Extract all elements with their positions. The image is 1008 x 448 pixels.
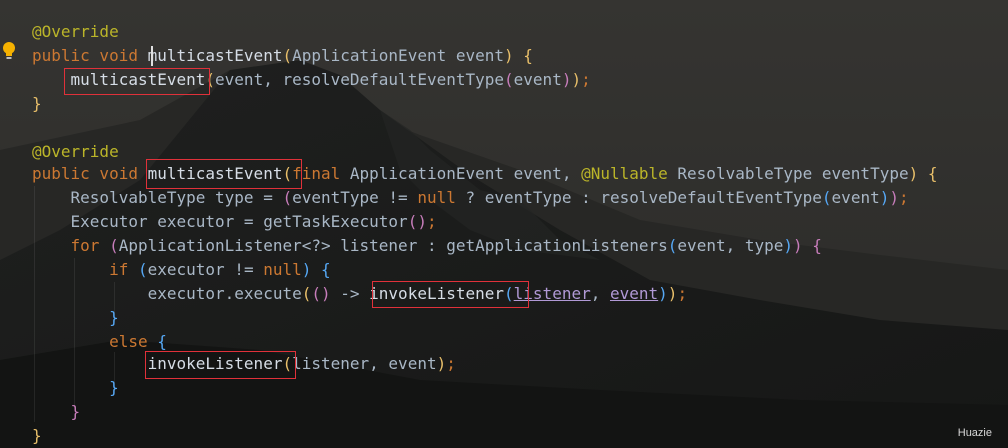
watermark: Huazie — [957, 427, 992, 439]
code-token: ) — [908, 164, 919, 183]
code-line[interactable]: public void multicastEvent(ApplicationEv… — [32, 44, 533, 68]
code-token: listener, event — [292, 354, 437, 373]
code-line[interactable]: invokeListener(listener, event); — [32, 352, 456, 376]
code-token: ) — [504, 46, 514, 65]
code-token: } — [32, 426, 42, 445]
code-token: { — [802, 236, 822, 255]
code-token: null — [417, 188, 456, 207]
code-token: ( — [504, 284, 514, 303]
code-line[interactable]: @Override — [32, 140, 119, 164]
code-line[interactable]: else { — [32, 330, 167, 354]
code-token: listener — [513, 284, 591, 303]
code-token: event, resolveDefaultEventType — [215, 70, 505, 89]
code-token: ) — [571, 70, 582, 89]
code-token: @Nullable — [581, 164, 678, 183]
code-token: final — [292, 164, 350, 183]
code-token: { — [918, 164, 938, 183]
code-token: ResolvableType eventType — [677, 164, 909, 183]
code-editor[interactable]: @Override public void multicastEvent(Appl… — [0, 0, 1008, 448]
code-token: } — [32, 308, 119, 327]
code-token: () — [407, 212, 427, 231]
code-token: } — [32, 402, 81, 421]
code-line[interactable]: Executor executor = getTaskExecutor(); — [32, 210, 437, 234]
code-token: ( — [282, 164, 293, 183]
code-token: ) — [667, 284, 678, 303]
code-token: ( — [282, 46, 293, 65]
code-token: event — [609, 284, 659, 303]
code-token: @Override — [32, 22, 119, 41]
code-token: ( — [282, 354, 293, 373]
code-token: ApplicationListener<?> listener : getApp… — [118, 236, 668, 255]
code-token: ; — [446, 354, 456, 373]
code-token: ) — [783, 236, 794, 255]
code-token: ( — [137, 260, 148, 279]
code-line[interactable]: } — [32, 376, 119, 400]
code-token: } — [32, 378, 119, 397]
code-token: ) — [436, 354, 447, 373]
code-token: { — [513, 46, 533, 65]
code-line[interactable]: executor.execute(() -> invokeListener(li… — [32, 282, 687, 306]
code-line[interactable]: public void multicastEvent(final Applica… — [32, 162, 938, 186]
code-token: ; — [677, 284, 688, 303]
code-token: ( — [821, 188, 832, 207]
code-token: ; — [426, 212, 437, 231]
code-token: @Override — [32, 142, 119, 161]
code-token: if — [32, 260, 138, 279]
code-token: invokeListener — [369, 284, 505, 303]
code-token: ) — [879, 188, 890, 207]
code-line[interactable]: if (executor != null) { — [32, 258, 331, 282]
code-token: event, type — [677, 236, 784, 255]
code-token: { — [157, 332, 167, 351]
code-token: ) — [301, 260, 312, 279]
code-token: ( — [109, 236, 119, 255]
code-line[interactable]: for (ApplicationListener<?> listener : g… — [32, 234, 822, 258]
code-token: ) — [889, 188, 899, 207]
code-token: } — [32, 94, 42, 113]
code-token: ( — [282, 188, 293, 207]
code-token: ; — [581, 70, 591, 89]
code-token: multicastEvent — [147, 164, 283, 183]
code-token: ApplicationEvent event, — [349, 164, 582, 183]
code-token: multicastEvent — [32, 70, 206, 89]
code-token: ResolvableType type = — [32, 188, 283, 207]
code-line[interactable]: multicastEvent(event, resolveDefaultEven… — [32, 68, 591, 92]
code-token: , — [590, 284, 610, 303]
code-line[interactable]: } — [32, 424, 42, 448]
code-token: public void — [32, 46, 148, 65]
code-token: ( — [205, 70, 216, 89]
text-caret — [151, 46, 153, 66]
code-line[interactable]: } — [32, 92, 42, 116]
code-token: ; — [899, 188, 909, 207]
code-token: () — [311, 284, 331, 303]
code-token: ( — [301, 284, 312, 303]
code-token: public void — [32, 164, 148, 183]
code-token: multicastEvent — [147, 46, 283, 65]
code-token: invokeListener — [32, 354, 283, 373]
code-token: ( — [504, 70, 514, 89]
code-token: Executor executor = getTaskExecutor — [32, 212, 408, 231]
code-line[interactable]: } — [32, 400, 81, 424]
code-line[interactable]: } — [32, 306, 119, 330]
code-token: ) — [793, 236, 803, 255]
code-token: executor.execute — [32, 284, 302, 303]
code-token: ApplicationEvent event — [292, 46, 505, 65]
code-token: -> — [330, 284, 370, 303]
code-token: event — [513, 70, 562, 89]
code-token: else — [32, 332, 158, 351]
code-token: ) — [658, 284, 668, 303]
code-token: executor != — [147, 260, 264, 279]
code-token: null — [263, 260, 302, 279]
code-token: { — [311, 260, 331, 279]
code-token: ( — [667, 236, 678, 255]
code-token: ? eventType : resolveDefaultEventType — [455, 188, 822, 207]
code-line[interactable]: @Override — [32, 20, 119, 44]
code-line[interactable]: ResolvableType type = (eventType != null… — [32, 186, 909, 210]
code-token: event — [831, 188, 880, 207]
lightbulb-icon[interactable] — [2, 41, 16, 61]
code-token: eventType != — [292, 188, 418, 207]
code-token: for — [32, 236, 110, 255]
